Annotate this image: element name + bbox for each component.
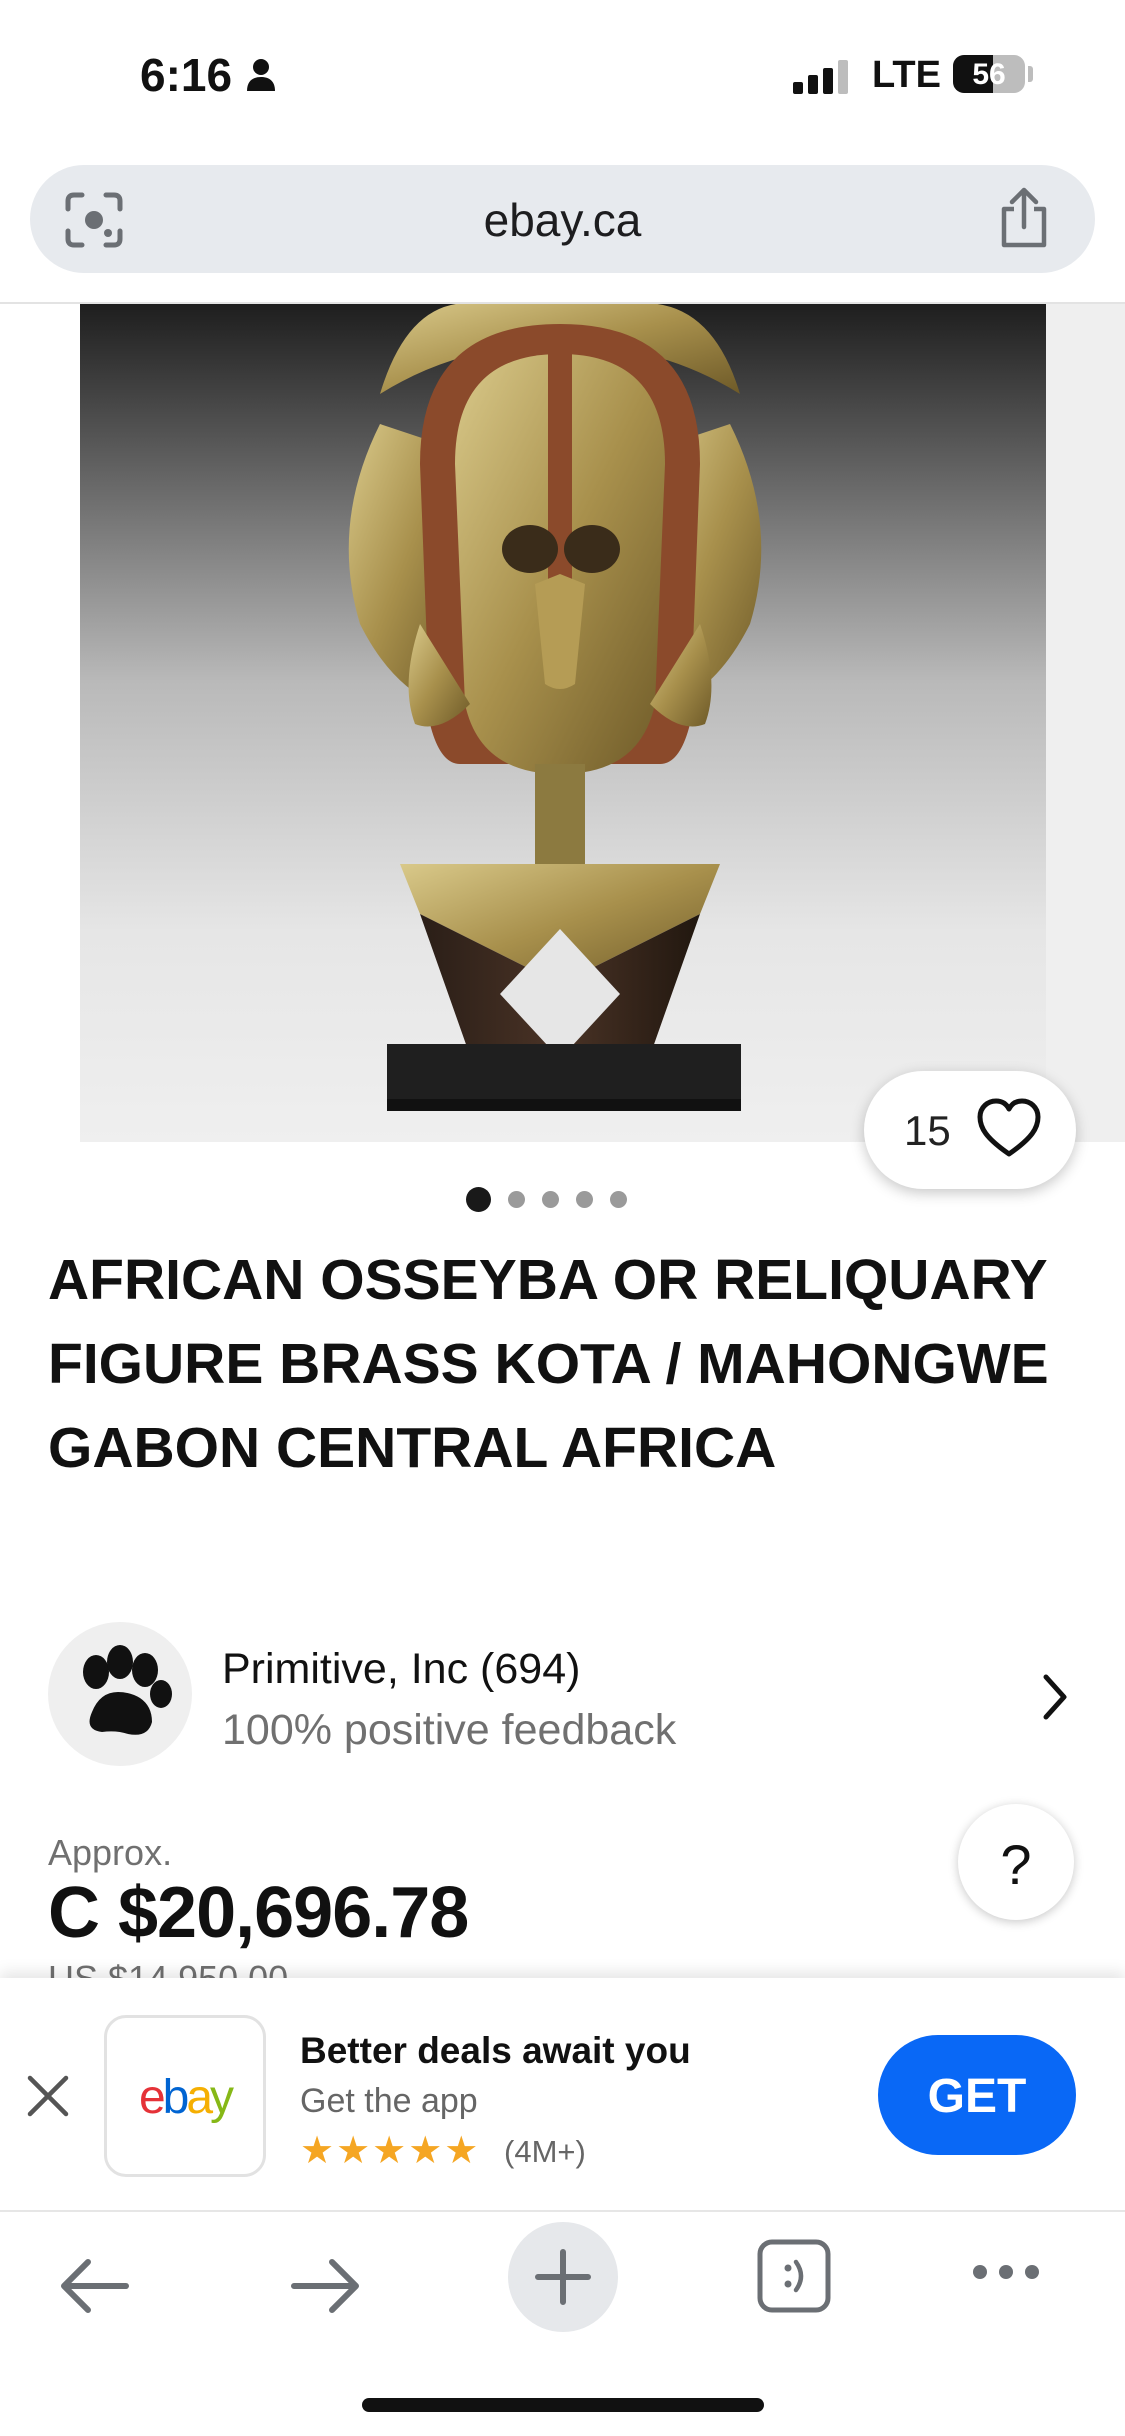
more-icon[interactable]: [970, 2262, 1042, 2282]
ebay-logo-text: ebay: [138, 2071, 234, 2124]
paw-icon: [83, 1645, 172, 1735]
reliquary-figure-image: [80, 304, 1046, 1142]
get-button-label: GET: [927, 2070, 1027, 2123]
us-price: US $14,950.00: [48, 1958, 289, 1980]
listing-title: AFRICAN OSSEYBA OR RELIQUARY FIGURE BRAS…: [48, 1248, 1049, 1480]
pagination-dot[interactable]: [508, 1190, 525, 1208]
help-icon: ?: [1000, 1833, 1032, 1896]
battery-icon: 56: [953, 55, 1025, 93]
get-app-button[interactable]: GET: [878, 2035, 1076, 2155]
forward-arrow-icon[interactable]: [290, 2258, 362, 2314]
price: C $20,696.78: [48, 1873, 469, 1953]
seller-feedback: 100% positive feedback: [222, 1706, 677, 1754]
battery-nub: [1028, 66, 1033, 82]
banner-subtitle: Get the app: [300, 2082, 478, 2120]
ebay-app-logo[interactable]: ebay: [104, 2015, 266, 2177]
watch-count: 15: [904, 1107, 951, 1154]
share-icon[interactable]: [996, 187, 1052, 249]
battery-level: 56: [972, 58, 1006, 91]
url-text[interactable]: ebay.ca: [30, 193, 1095, 247]
close-icon[interactable]: [26, 2074, 70, 2118]
rating-count: (4M+): [504, 2134, 586, 2169]
seller-name[interactable]: Primitive, Inc (694): [222, 1645, 580, 1694]
product-image[interactable]: [80, 304, 1046, 1142]
seller-avatar[interactable]: [48, 1622, 192, 1766]
pagination-dot[interactable]: [542, 1190, 559, 1208]
help-button[interactable]: ?: [958, 1804, 1074, 1920]
pagination-dot[interactable]: [466, 1186, 491, 1212]
banner-heading: Better deals await you: [300, 2030, 691, 2071]
url-bar[interactable]: ebay.ca: [30, 165, 1095, 273]
heart-icon: [977, 1098, 1041, 1157]
plus-icon: [535, 2249, 591, 2305]
person-icon: [247, 59, 275, 91]
back-arrow-icon[interactable]: [58, 2258, 130, 2314]
app-banner: ebay Better deals await you Get the app …: [0, 1978, 1125, 2212]
watch-button[interactable]: 15: [864, 1071, 1076, 1189]
pagination-dot[interactable]: [610, 1190, 627, 1208]
chevron-right-icon[interactable]: [1040, 1672, 1070, 1722]
network-type: LTE: [872, 54, 941, 96]
new-tab-button[interactable]: [508, 2222, 618, 2332]
status-time: 6:16: [140, 49, 233, 101]
next-image-peek: [1046, 304, 1125, 1142]
approx-label: Approx.: [48, 1832, 173, 1873]
rating-stars: ★★★★★: [300, 2130, 481, 2172]
tabs-icon[interactable]: [756, 2238, 832, 2314]
signal-icon: [793, 60, 848, 94]
home-indicator: [362, 2398, 764, 2412]
pagination-dot[interactable]: [576, 1190, 593, 1208]
image-pagination[interactable]: [466, 1186, 627, 1212]
